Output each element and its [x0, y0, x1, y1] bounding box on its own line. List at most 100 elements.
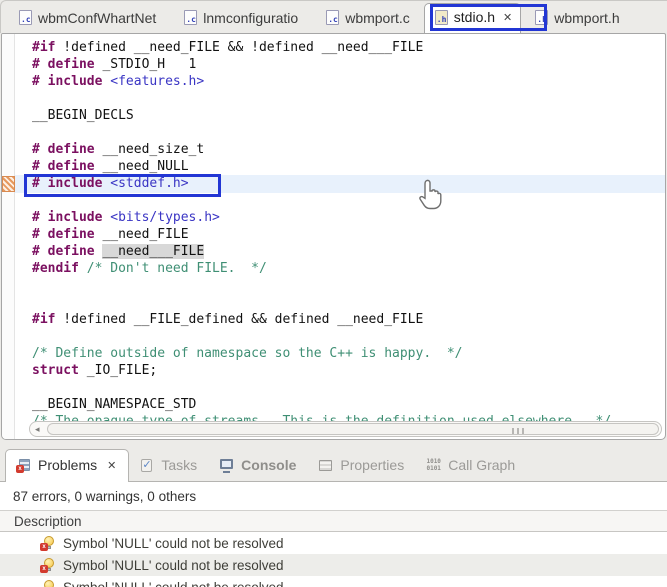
code-token: <stddef.h> [110, 176, 189, 191]
range-marker [2, 176, 15, 192]
code-token: # include [32, 74, 103, 89]
code-line[interactable]: # define __need_NULL [15, 158, 665, 175]
code-line[interactable]: struct _IO_FILE; [15, 362, 665, 379]
c-file-icon [19, 10, 32, 25]
error-bulb-icon: x [40, 579, 55, 587]
code-token: _IO_FILE; [78, 363, 158, 378]
code-token: __need___FILE [102, 244, 205, 259]
code-line[interactable]: # include <stddef.h> [15, 175, 665, 192]
tab-close-icon[interactable]: ✕ [107, 459, 116, 472]
view-tab-label: Properties [340, 457, 405, 473]
description-column-header[interactable]: Description [0, 510, 667, 532]
code-token: _STDIO_H 1 [94, 57, 197, 72]
editor-tab-stdio.h[interactable]: stdio.h ✕ [423, 3, 522, 33]
view-tab-problems[interactable]: x Problems ✕ [5, 449, 130, 482]
editor-tab-lnmconfiguratio[interactable]: lnmconfiguratio [170, 4, 312, 33]
code-token: __BEGIN_NAMESPACE_STD [32, 397, 197, 412]
code-token: __need_NULL [94, 159, 189, 174]
problem-row[interactable]: x Symbol 'NULL' could not be resolved [0, 576, 667, 587]
view-tab-call-graph[interactable]: 1010 0101 Call Graph [416, 450, 527, 482]
editor-tab-label: wbmport.c [345, 9, 410, 26]
view-tab-label: Console [241, 457, 297, 473]
problems-view: 87 errors, 0 warnings, 0 others Descript… [0, 481, 667, 587]
code-line[interactable] [15, 124, 665, 141]
code-line[interactable] [15, 379, 665, 396]
code-line[interactable]: __BEGIN_NAMESPACE_STD [15, 396, 665, 413]
code-token: !defined __FILE_defined && defined __nee… [55, 312, 424, 327]
console-icon [219, 458, 234, 473]
code-line[interactable]: # include <bits/types.h> [15, 209, 665, 226]
code-token: # define [32, 227, 95, 242]
code-token: # define [32, 57, 95, 72]
code-line[interactable] [15, 294, 665, 311]
annotation-ruler[interactable] [2, 34, 15, 439]
error-bulb-icon: x [40, 535, 55, 551]
code-token: #if [32, 40, 56, 55]
code-line[interactable] [15, 328, 665, 345]
code-token: # include [32, 210, 103, 225]
c-file-icon [184, 10, 198, 25]
problem-description: Symbol 'NULL' could not be resolved [63, 557, 284, 573]
code-line[interactable]: __BEGIN_DECLS [15, 107, 665, 124]
code-token: # define [32, 159, 95, 174]
code-line[interactable]: #if !defined __FILE_defined && defined _… [15, 311, 665, 328]
code-line[interactable] [15, 277, 665, 294]
code-line[interactable]: #if !defined __need_FILE && !defined __n… [15, 39, 665, 56]
code-token: <bits/types.h> [110, 210, 220, 225]
code-line[interactable]: # include <features.h> [15, 73, 665, 90]
problem-description: Symbol 'NULL' could not be resolved [63, 535, 284, 551]
scroll-left-arrow-icon[interactable]: ◂ [35, 424, 40, 435]
code-text[interactable]: #if !defined __need_FILE && !defined __n… [15, 39, 665, 430]
code-token: __need_FILE [94, 227, 189, 242]
code-line[interactable]: # define __need_FILE [15, 226, 665, 243]
editor-tab-wbmport.h[interactable]: wbmport.h [521, 4, 633, 33]
h-file-icon [434, 9, 448, 25]
horizontal-scrollbar[interactable]: ◂ [29, 421, 662, 437]
code-line[interactable] [15, 192, 665, 209]
code-token: !defined __need_FILE && !defined __need_… [55, 40, 424, 55]
code-token: /* Define outside of namespace so the C+… [32, 346, 463, 361]
code-line[interactable] [15, 90, 665, 107]
code-token: #if [32, 312, 56, 327]
code-token: # define [32, 142, 95, 157]
view-tab-tasks[interactable]: ✓ Tasks [129, 450, 209, 482]
properties-icon [318, 458, 333, 473]
view-tab-label: Call Graph [448, 457, 516, 473]
code-line[interactable]: # define __need___FILE [15, 243, 665, 260]
code-line[interactable]: #endif /* Don't need FILE. */ [15, 260, 665, 277]
editor-tab-bar: wbmConfWhartNet lnmconfiguratio wbmport.c s… [0, 0, 667, 33]
code-token: #endif [32, 261, 79, 276]
code-token: /* Don't need FILE. */ [86, 261, 267, 276]
tab-close-icon[interactable]: ✕ [503, 11, 512, 24]
editor-tab-wbmConfWhartNet[interactable]: wbmConfWhartNet [5, 4, 170, 33]
view-tab-console[interactable]: Console [209, 450, 308, 482]
editor-tab-label: wbmport.h [554, 9, 620, 26]
code-line[interactable]: # define _STDIO_H 1 [15, 56, 665, 73]
problems-icon: x [16, 458, 31, 473]
problem-row[interactable]: x Symbol 'NULL' could not be resolved [0, 532, 667, 554]
editor-tab-label: stdio.h [453, 9, 496, 25]
scrollbar-thumb[interactable] [47, 423, 659, 435]
problems-summary: 87 errors, 0 warnings, 0 others [13, 489, 197, 504]
code-editor[interactable]: #if !defined __need_FILE && !defined __n… [1, 33, 666, 440]
editor-tab-label: wbmConfWhartNet [38, 9, 157, 26]
code-token: # define [32, 244, 95, 259]
view-tab-properties[interactable]: Properties [308, 450, 416, 482]
code-token: struct [32, 363, 79, 378]
error-bulb-icon: x [40, 557, 55, 573]
editor-tab-label: lnmconfiguratio [203, 9, 299, 26]
view-tab-label: Tasks [161, 457, 198, 473]
code-token: __BEGIN_DECLS [32, 108, 134, 123]
code-token: # include [32, 176, 103, 191]
problem-description: Symbol 'NULL' could not be resolved [63, 579, 284, 587]
code-line[interactable]: /* Define outside of namespace so the C+… [15, 345, 665, 362]
call-graph-icon: 1010 0101 [426, 458, 441, 472]
editor-tab-wbmport.c[interactable]: wbmport.c [312, 4, 424, 33]
code-token: __need_size_t [94, 142, 205, 157]
h-file-icon [535, 10, 549, 25]
code-line[interactable]: # define __need_size_t [15, 141, 665, 158]
problem-row[interactable]: x Symbol 'NULL' could not be resolved [0, 554, 667, 576]
code-token: <features.h> [110, 74, 205, 89]
c-file-icon [326, 10, 340, 25]
